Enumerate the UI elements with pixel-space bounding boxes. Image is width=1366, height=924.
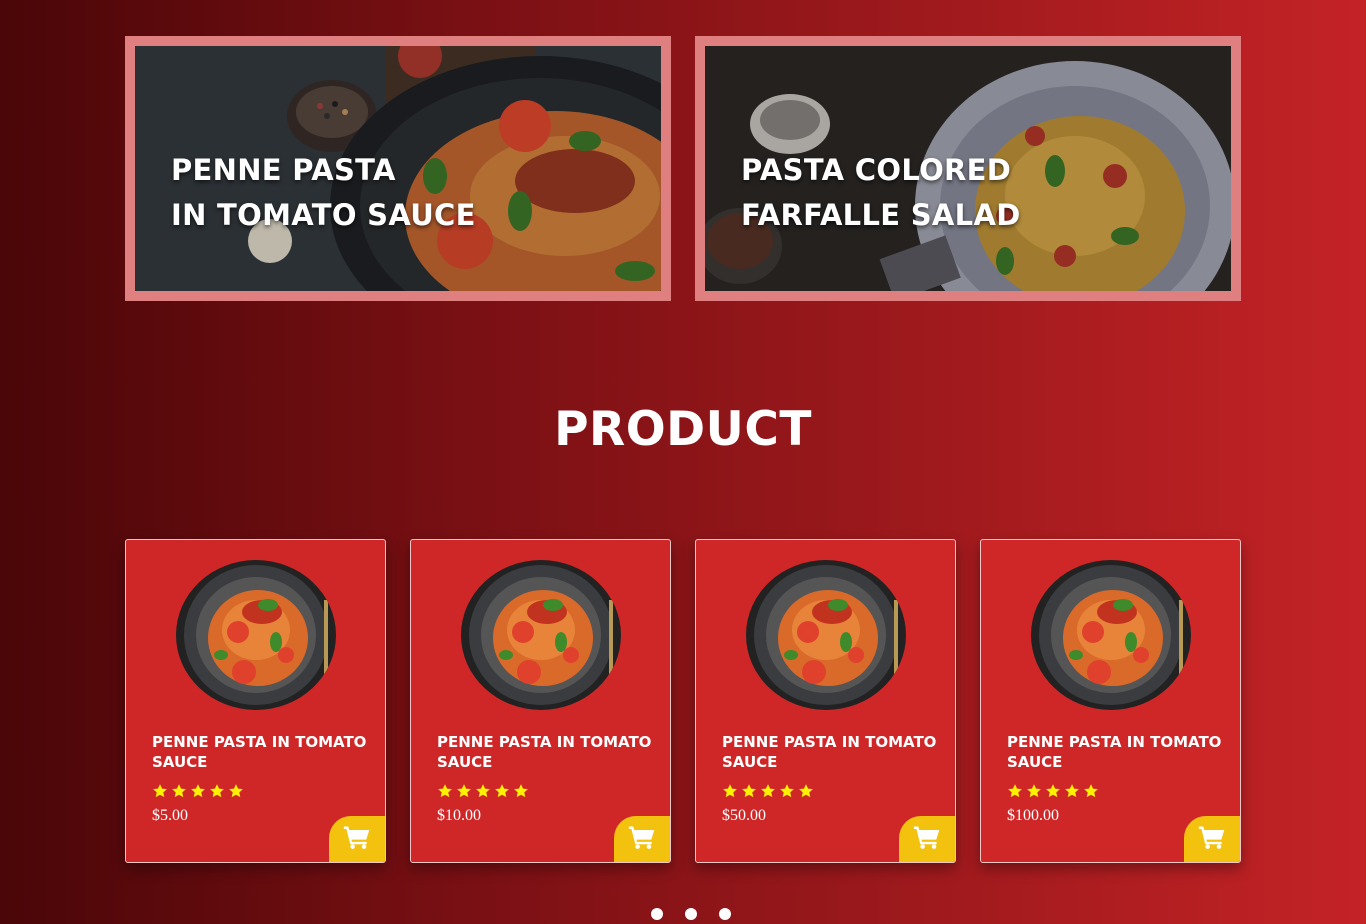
product-name: PENNE PASTA IN TOMATO SAUCE [152, 733, 367, 771]
product-card[interactable]: PENNE PASTA IN TOMATO SAUCE $5.00 [125, 539, 386, 863]
carousel-dot[interactable] [685, 908, 697, 920]
star-icon [190, 783, 206, 804]
product-price: $50.00 [722, 807, 766, 824]
product-card[interactable]: PENNE PASTA IN TOMATO SAUCE $50.00 [695, 539, 956, 863]
product-image [461, 560, 621, 710]
star-icon [1045, 783, 1061, 804]
product-card[interactable]: PENNE PASTA IN TOMATO SAUCE $100.00 [980, 539, 1241, 863]
star-icon [741, 783, 757, 804]
carousel-dots [651, 908, 731, 920]
star-icon [1026, 783, 1042, 804]
shopping-cart-icon [343, 824, 371, 855]
product-name: PENNE PASTA IN TOMATO SAUCE [722, 733, 937, 771]
section-title: PRODUCT [554, 402, 812, 457]
star-icon [779, 783, 795, 804]
product-carousel: PENNE PASTA IN TOMATO SAUCE $5.00 PENNE P… [125, 539, 1241, 863]
product-name: PENNE PASTA IN TOMATO SAUCE [437, 733, 652, 771]
shopping-cart-icon [628, 824, 656, 855]
star-icon [152, 783, 168, 804]
product-image [176, 560, 336, 710]
product-image [746, 560, 906, 710]
product-name: PENNE PASTA IN TOMATO SAUCE [1007, 733, 1222, 771]
star-icon [171, 783, 187, 804]
star-icon [209, 783, 225, 804]
shopping-cart-icon [1198, 824, 1226, 855]
star-icon [1083, 783, 1099, 804]
star-icon [437, 783, 453, 804]
add-to-cart-button[interactable] [1184, 816, 1240, 862]
star-icon [513, 783, 529, 804]
star-icon [475, 783, 491, 804]
product-rating [152, 783, 244, 804]
carousel-dot[interactable] [651, 908, 663, 920]
star-icon [722, 783, 738, 804]
product-rating [437, 783, 529, 804]
product-rating [722, 783, 814, 804]
add-to-cart-button[interactable] [614, 816, 670, 862]
star-icon [456, 783, 472, 804]
banner-title: PENNE PASTA IN TOMATO SAUCE [171, 153, 476, 232]
star-icon [798, 783, 814, 804]
product-rating [1007, 783, 1099, 804]
star-icon [228, 783, 244, 804]
product-price: $10.00 [437, 807, 481, 824]
banner-title: PASTA COLORED FARFALLE SALAD [741, 153, 1021, 232]
star-icon [1007, 783, 1023, 804]
carousel-dot[interactable] [719, 908, 731, 920]
star-icon [1064, 783, 1080, 804]
product-price: $5.00 [152, 807, 188, 824]
product-card[interactable]: PENNE PASTA IN TOMATO SAUCE $10.00 [410, 539, 671, 863]
add-to-cart-button[interactable] [329, 816, 385, 862]
shopping-cart-icon [913, 824, 941, 855]
star-icon [760, 783, 776, 804]
star-icon [494, 783, 510, 804]
promo-banner-penne[interactable]: PENNE PASTA IN TOMATO SAUCE [125, 36, 671, 301]
promo-banners: PENNE PASTA IN TOMATO SAUCE PASTA COLORE… [125, 36, 1241, 301]
product-image [1031, 560, 1191, 710]
product-price: $100.00 [1007, 807, 1059, 824]
add-to-cart-button[interactable] [899, 816, 955, 862]
promo-banner-farfalle[interactable]: PASTA COLORED FARFALLE SALAD [695, 36, 1241, 301]
